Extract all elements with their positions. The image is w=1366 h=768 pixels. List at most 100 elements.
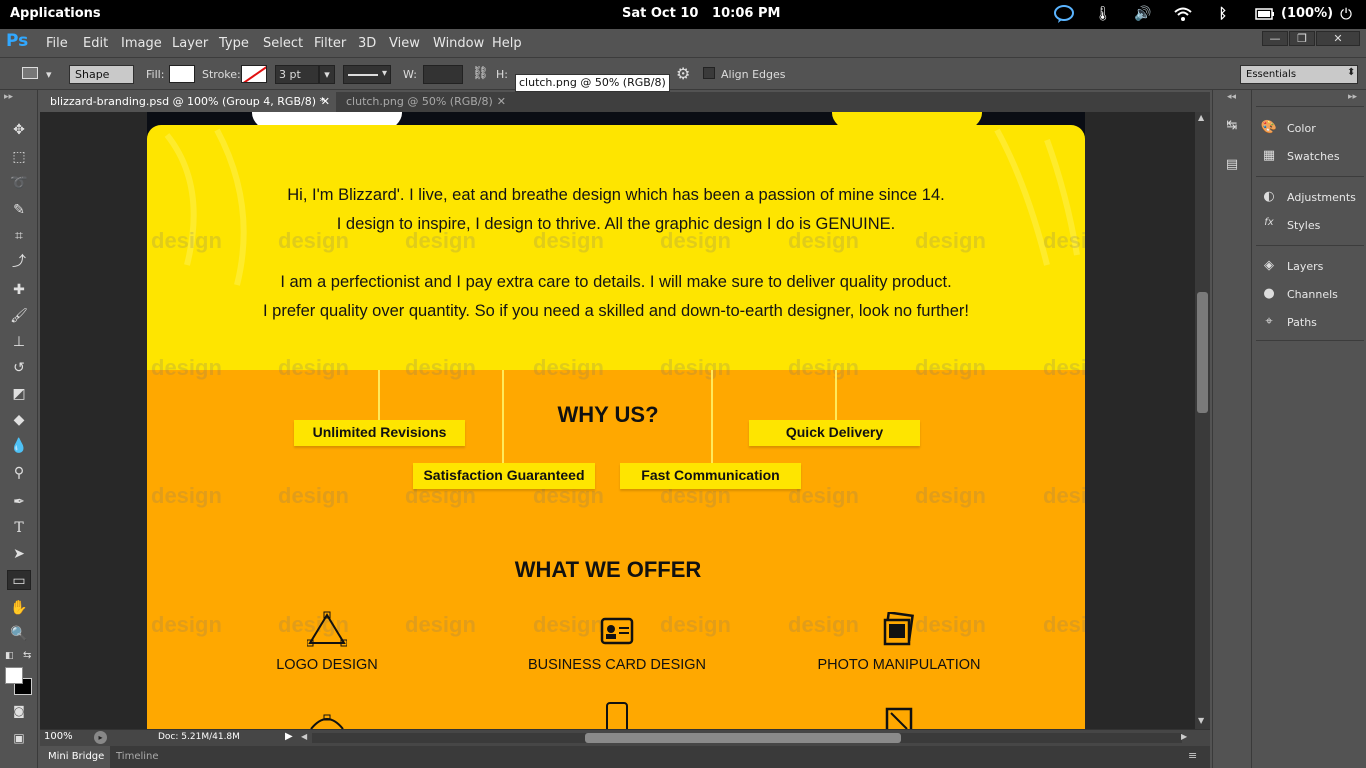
hscroll-right-arrow[interactable]: ▶	[1181, 732, 1187, 741]
expand-arrows-icon[interactable]: ▸▸	[1348, 92, 1357, 102]
stroke-swatch[interactable]	[241, 65, 267, 83]
menu-3d[interactable]: 3D	[358, 36, 376, 51]
pen-tool-icon[interactable]: ✒	[9, 492, 29, 512]
quick-mask-icon[interactable]: ◙	[9, 701, 29, 721]
stroke-width-input[interactable]: 3 pt	[275, 65, 319, 84]
volume-icon[interactable]: 🔊	[1132, 4, 1154, 24]
align-edges-checkbox[interactable]	[703, 67, 715, 79]
tab-timeline[interactable]: Timeline	[116, 746, 159, 768]
healing-brush-tool-icon[interactable]: ✚	[9, 280, 29, 300]
menu-select[interactable]: Select	[263, 36, 303, 51]
marquee-tool-icon[interactable]: ⬚	[9, 147, 29, 167]
tab-blizzard-branding[interactable]: blizzard-branding.psd @ 100% (Group 4, R…	[40, 92, 336, 112]
vertical-scroll-thumb[interactable]	[1197, 292, 1208, 413]
panel-paths[interactable]: ⌖ Paths	[1260, 312, 1317, 332]
link-icon[interactable]: ⛓	[472, 66, 489, 81]
power-icon[interactable]: ⏻	[1337, 4, 1355, 24]
dodge-tool-icon[interactable]: ⚲	[9, 463, 29, 483]
menu-filter[interactable]: Filter	[314, 36, 346, 51]
document-window[interactable]: design design design design design design desi…	[40, 112, 1195, 729]
collapse-arrows-icon[interactable]: ◂◂	[1227, 92, 1236, 102]
settings-gear-icon[interactable]: ⚙	[676, 64, 690, 83]
properties-panel-icon[interactable]: ▤	[1223, 157, 1241, 175]
logo-design-icon	[307, 611, 347, 647]
scroll-up-arrow[interactable]: ▲	[1198, 113, 1204, 122]
battery-icon[interactable]	[1254, 4, 1276, 24]
panel-adjustments[interactable]: ◐ Adjustments	[1260, 187, 1356, 207]
eyedropper-tool-icon[interactable]: ⤴	[9, 252, 29, 272]
menu-image[interactable]: Image	[121, 36, 162, 51]
stroke-type-select[interactable]: ▾	[343, 65, 391, 84]
blur-tool-icon[interactable]: 💧	[9, 436, 29, 456]
menu-file[interactable]: File	[46, 36, 68, 51]
swap-colors-icon[interactable]: ⇆	[23, 650, 31, 661]
tab-mini-bridge[interactable]: Mini Bridge	[40, 746, 110, 768]
thermometer-icon[interactable]: 🌡	[1094, 4, 1112, 24]
panel-layers[interactable]: ◈ Layers	[1260, 256, 1323, 276]
path-selection-tool-icon[interactable]: ➤	[9, 544, 29, 564]
mode-select[interactable]: Shape	[69, 65, 134, 84]
canvas[interactable]: design design design design design design desi…	[147, 112, 1085, 729]
restore-button[interactable]: ❐	[1289, 31, 1315, 46]
paint-bucket-tool-icon[interactable]: ◆	[9, 410, 29, 430]
rectangle-tool-icon[interactable]: ▭	[7, 570, 31, 590]
stroke-width-dropdown[interactable]: ▾	[319, 65, 335, 84]
workspace-select[interactable]: Essentials	[1240, 65, 1358, 84]
status-arrow-icon[interactable]: ▶	[285, 731, 293, 742]
scroll-down-arrow[interactable]: ▼	[1198, 716, 1204, 725]
offer-photo-manipulation: PHOTO MANIPULATION	[817, 657, 981, 673]
status-menu-icon[interactable]: ▸	[94, 731, 107, 744]
zoom-level[interactable]: 100%	[44, 731, 73, 742]
quick-select-tool-icon[interactable]: ✎	[9, 200, 29, 220]
menu-type[interactable]: Type	[219, 36, 249, 51]
collapse-arrows-icon[interactable]: ▸▸	[4, 92, 13, 102]
history-panel-icon[interactable]: ↹	[1223, 118, 1241, 136]
brush-tool-icon[interactable]: 🖌	[9, 306, 29, 326]
menu-view[interactable]: View	[389, 36, 420, 51]
hand-tool-icon[interactable]: ✋	[9, 598, 29, 618]
chat-icon[interactable]	[1052, 4, 1076, 24]
rectangle-tool-preset-icon[interactable]	[22, 67, 38, 79]
status-bar: 100% ▸ Doc: 5.21M/41.8M ▶ ◀ ▶	[40, 729, 1210, 746]
tab-clutch[interactable]: clutch.png @ 50% (RGB/8) ✕	[336, 92, 512, 112]
foreground-color-swatch[interactable]	[5, 667, 23, 684]
connector-line	[835, 370, 837, 420]
vertical-scrollbar[interactable]: ▲ ▼	[1195, 112, 1210, 729]
panel-channels[interactable]: ● Channels	[1260, 284, 1338, 304]
screen-mode-icon[interactable]: ▣	[9, 728, 29, 748]
system-clock[interactable]: Sat Oct 10 10:06 PM	[622, 6, 780, 21]
move-tool-icon[interactable]: ✥	[9, 120, 29, 140]
preset-dropdown-arrow[interactable]: ▾	[46, 68, 52, 81]
menu-window[interactable]: Window	[433, 36, 484, 51]
width-input[interactable]	[423, 65, 463, 84]
panel-styles[interactable]: fx Styles	[1260, 215, 1320, 235]
menu-edit[interactable]: Edit	[83, 36, 108, 51]
horizontal-scroll-thumb[interactable]	[585, 733, 901, 743]
panel-color[interactable]: 🎨 Color	[1260, 118, 1316, 138]
horizontal-scrollbar[interactable]	[312, 733, 1182, 743]
tab-close-icon[interactable]: ✕	[497, 92, 506, 112]
palette-icon: 🎨	[1260, 120, 1278, 135]
eraser-tool-icon[interactable]: ◩	[9, 384, 29, 404]
applications-menu[interactable]: Applications	[10, 6, 101, 21]
clone-stamp-tool-icon[interactable]: ⊥	[9, 332, 29, 352]
fill-swatch[interactable]	[169, 65, 195, 83]
type-tool-icon[interactable]: T	[9, 518, 29, 538]
menu-layer[interactable]: Layer	[172, 36, 208, 51]
history-brush-tool-icon[interactable]: ↺	[9, 358, 29, 378]
bluetooth-icon[interactable]: ᛒ	[1214, 4, 1232, 24]
panel-divider	[1256, 245, 1364, 246]
panel-swatches[interactable]: ▦ Swatches	[1260, 146, 1340, 166]
close-button[interactable]: ✕	[1316, 31, 1360, 46]
menu-help[interactable]: Help	[492, 36, 522, 51]
panel-menu-icon[interactable]: ≡	[1188, 749, 1197, 762]
wifi-icon[interactable]	[1173, 4, 1193, 24]
watermark-text: design	[660, 355, 731, 380]
hscroll-left-arrow[interactable]: ◀	[301, 732, 307, 741]
minimize-button[interactable]: —	[1262, 31, 1288, 46]
tab-close-icon[interactable]: ✕	[321, 92, 330, 112]
crop-tool-icon[interactable]: ⌗	[9, 226, 29, 246]
default-colors-icon[interactable]: ◧	[5, 651, 14, 661]
zoom-tool-icon[interactable]: 🔍	[9, 624, 29, 644]
lasso-tool-icon[interactable]: ➰	[9, 173, 29, 193]
